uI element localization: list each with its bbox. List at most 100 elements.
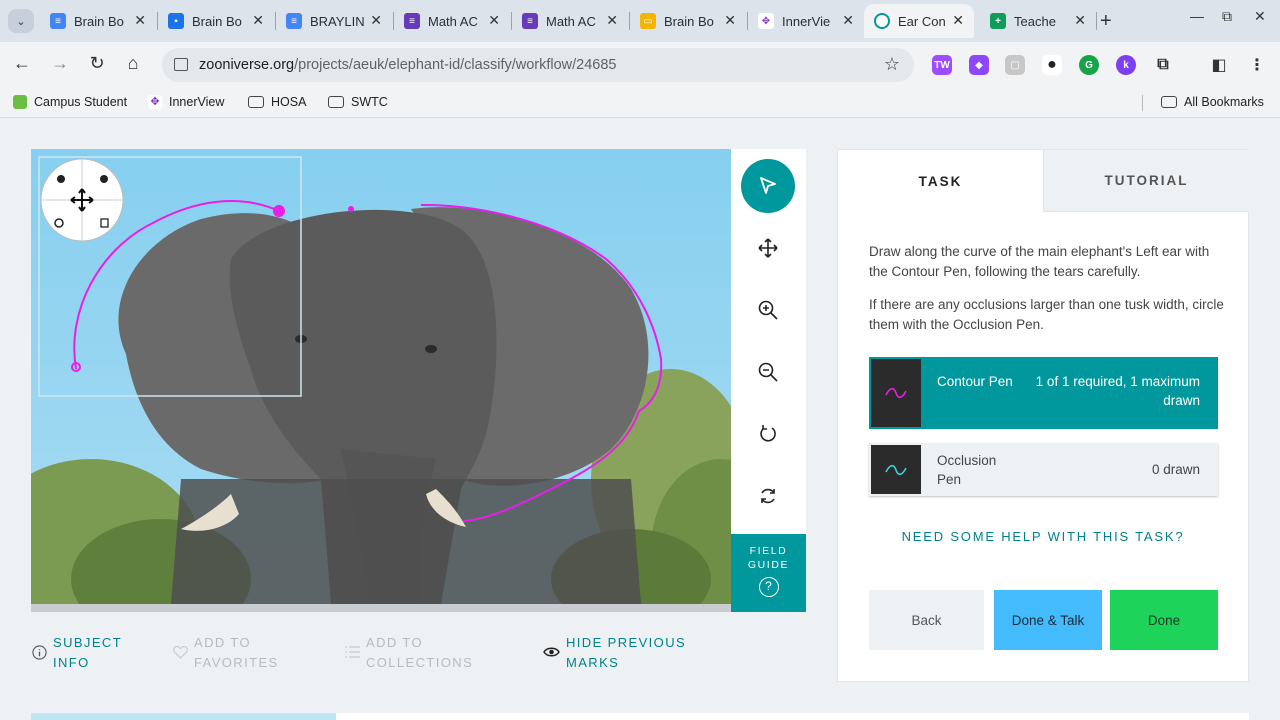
done-and-talk-button[interactable]: Done & Talk <box>994 590 1102 650</box>
close-icon[interactable]: ✕ <box>370 12 382 29</box>
close-icon[interactable]: ✕ <box>1074 12 1086 29</box>
extension-copy-icon[interactable]: ▢ <box>1005 55 1025 75</box>
bookmark-innerview[interactable]: ✥ InnerView <box>148 95 224 109</box>
rotate-tool-button[interactable] <box>741 407 795 461</box>
subject-image-viewer[interactable] <box>31 149 731 604</box>
bookmark-swtc[interactable]: SWTC <box>328 95 388 109</box>
contour-point[interactable] <box>348 206 354 212</box>
bookmark-star-icon[interactable]: ☆ <box>884 54 900 75</box>
forward-icon[interactable]: → <box>48 53 72 74</box>
contour-handle-start[interactable] <box>273 205 285 217</box>
lower-panel-edge <box>336 713 1249 720</box>
elephant-subject-image[interactable] <box>31 149 731 604</box>
hide-previous-marks-button[interactable]: HIDE PREVIOUS MARKS <box>542 633 696 673</box>
elephant <box>118 207 649 604</box>
task-instructions: Draw along the curve of the main elephan… <box>869 242 1224 348</box>
instruction-paragraph: Draw along the curve of the main elephan… <box>869 244 1210 279</box>
tab-math-ac-2[interactable]: ≡ Math AC ✕ <box>512 4 628 38</box>
image-scroll-strip[interactable] <box>31 604 731 612</box>
close-icon[interactable]: ✕ <box>252 12 264 29</box>
close-icon[interactable]: ✕ <box>842 12 854 29</box>
site-info-icon[interactable] <box>174 58 188 71</box>
innerview-icon: ✥ <box>148 95 162 109</box>
extension-spy-icon[interactable]: ● <box>1042 55 1062 75</box>
address-bar[interactable]: zooniverse.org/projects/aeuk/elephant-id… <box>162 48 914 82</box>
docs-icon: ≡ <box>286 13 302 29</box>
bookmark-hosa[interactable]: HOSA <box>248 95 306 109</box>
occlusion-pen-swatch <box>871 445 921 494</box>
minimize-icon[interactable]: — <box>1190 8 1204 24</box>
classify-page: FIELD GUIDE ? SUBJECT INFO ADD TO FAVORI… <box>0 119 1280 720</box>
close-icon[interactable]: ✕ <box>488 12 500 29</box>
tab-strip: ⌄ ≡ Brain Bo ✕ ▪ Brain Bo ✕ ≡ BRAYLIN ✕ … <box>0 0 1280 42</box>
side-panel-icon[interactable]: ◧ <box>1209 55 1229 75</box>
extensions-puzzle-icon[interactable]: ⧉ <box>1153 55 1173 75</box>
close-icon[interactable]: ✕ <box>134 12 146 29</box>
restore-icon[interactable]: ⧉ <box>1222 8 1232 25</box>
zooniverse-icon <box>874 13 890 29</box>
all-bookmarks[interactable]: All Bookmarks <box>1161 95 1264 109</box>
field-guide-button[interactable]: FIELD GUIDE ? <box>731 534 806 612</box>
new-tab-button[interactable]: + <box>1100 10 1112 33</box>
innerview-icon: ✥ <box>758 13 774 29</box>
url-text[interactable]: zooniverse.org/projects/aeuk/elephant-id… <box>199 57 617 73</box>
add-to-collections-button[interactable]: ADD TO COLLECTIONS <box>344 633 476 673</box>
zoom-in-icon <box>758 300 778 320</box>
info-icon <box>31 644 47 660</box>
tab-task[interactable]: TASK <box>838 150 1043 212</box>
browser-toolbar: ← → ↻ ⌂ zooniverse.org/projects/aeuk/ele… <box>0 42 1280 88</box>
folder-icon <box>1161 96 1177 108</box>
help-question-icon: ? <box>758 577 779 597</box>
move-tool-button[interactable] <box>741 221 795 275</box>
task-help-link[interactable]: NEED SOME HELP WITH THIS TASK? <box>838 529 1248 544</box>
home-icon[interactable]: ⌂ <box>121 53 145 74</box>
close-icon[interactable]: ✕ <box>606 12 618 29</box>
add-to-favorites-button[interactable]: ADD TO FAVORITES <box>172 633 304 673</box>
reset-icon <box>761 488 775 504</box>
back-icon[interactable]: ← <box>10 53 34 74</box>
tab-tutorial[interactable]: TUTORIAL <box>1043 150 1249 212</box>
pointer-icon <box>760 177 776 194</box>
occlusion-pen-option[interactable]: Occlusion Pen 0 drawn <box>869 443 1218 496</box>
forms-icon: ≡ <box>522 13 538 29</box>
close-icon[interactable]: ✕ <box>724 12 736 29</box>
extension-tw-icon[interactable]: TW <box>932 55 952 75</box>
kami-icon[interactable]: k <box>1116 55 1136 75</box>
extension-purple-icon[interactable]: ◆ <box>969 55 989 75</box>
close-icon[interactable]: ✕ <box>952 12 964 29</box>
zoom-in-tool-button[interactable] <box>741 283 795 337</box>
done-button[interactable]: Done <box>1110 590 1218 650</box>
menu-kebab-icon[interactable]: ⋮ <box>1247 55 1267 75</box>
contour-pen-option[interactable]: Contour Pen 1 of 1 required, 1 maximum d… <box>869 357 1218 429</box>
subject-info-button[interactable]: SUBJECT INFO <box>31 633 163 673</box>
tab-brain-bo-3[interactable]: ▭ Brain Bo ✕ <box>630 4 746 38</box>
mark-edit-widget[interactable] <box>40 158 124 242</box>
tab-ear-con[interactable]: Ear Con ✕ <box>864 4 974 38</box>
bookmark-campus-student[interactable]: Campus Student <box>13 95 127 109</box>
heart-icon <box>172 644 188 660</box>
tab-brain-bo-1[interactable]: ≡ Brain Bo ✕ <box>40 4 156 38</box>
reload-icon[interactable]: ↻ <box>85 53 109 74</box>
tab-search-button[interactable]: ⌄ <box>8 9 34 33</box>
folder-icon <box>328 96 344 108</box>
squiggle-icon <box>885 464 907 475</box>
grammarly-icon[interactable]: G <box>1079 55 1099 75</box>
list-icon <box>344 644 360 660</box>
zoom-out-tool-button[interactable] <box>741 345 795 399</box>
pointer-tool-button[interactable] <box>741 159 795 213</box>
tab-teacher[interactable]: + Teache ✕ <box>980 4 1096 38</box>
tab-math-ac-1[interactable]: ≡ Math AC ✕ <box>394 4 510 38</box>
back-button[interactable]: Back <box>869 590 984 650</box>
contour-pen-swatch <box>871 359 921 427</box>
next-subject-preview <box>31 713 336 720</box>
slides-icon: ▭ <box>640 13 656 29</box>
close-window-icon[interactable]: ✕ <box>1254 8 1266 25</box>
reset-tool-button[interactable] <box>741 469 795 523</box>
rotate-icon <box>760 425 776 442</box>
campus-icon <box>13 95 27 109</box>
tab-braylin[interactable]: ≡ BRAYLIN ✕ <box>276 4 392 38</box>
tab-innerview[interactable]: ✥ InnerVie ✕ <box>748 4 864 38</box>
squiggle-icon <box>885 387 907 399</box>
bookmarks-bar: Campus Student ✥ InnerView HOSA SWTC All… <box>0 88 1280 118</box>
tab-brain-bo-2[interactable]: ▪ Brain Bo ✕ <box>158 4 274 38</box>
